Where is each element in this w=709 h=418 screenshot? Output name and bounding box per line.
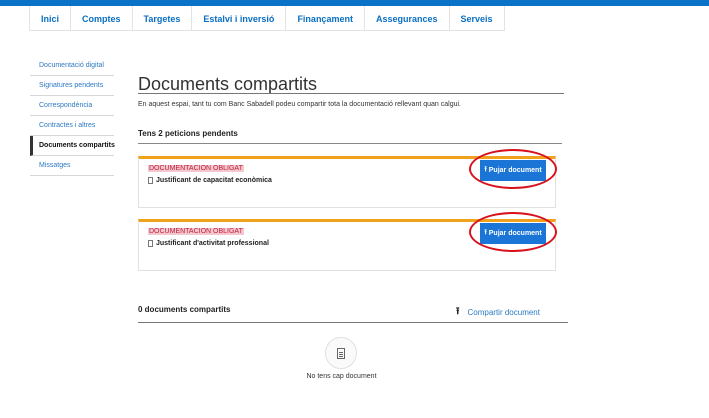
file-icon <box>148 240 153 247</box>
request-card: DOCUMENTACION OBLIGAT Justificant d'acti… <box>138 212 557 271</box>
file-icon <box>337 347 345 359</box>
sidebar-item-missatges[interactable]: Missatges <box>30 156 114 176</box>
upload-arrow-icon: ⭱ <box>484 229 487 236</box>
upload-document-button[interactable]: ⭱ Pujar document <box>480 160 546 181</box>
upload-button-label: Pujar document <box>488 167 542 174</box>
mandatory-tag: DOCUMENTACION OBLIGAT <box>148 165 244 172</box>
upload-document-button[interactable]: ⭱ Pujar document <box>480 223 546 244</box>
title-divider <box>138 93 564 94</box>
pending-requests-heading: Tens 2 peticions pendents <box>138 129 238 138</box>
empty-state-circle <box>325 337 357 369</box>
nav-item-financament[interactable]: Finançament <box>285 6 364 31</box>
nav-item-serveis[interactable]: Serveis <box>448 6 505 31</box>
upload-arrow-icon: ⭱ <box>456 306 460 317</box>
mandatory-tag: DOCUMENTACION OBLIGAT <box>148 228 244 235</box>
share-document-link[interactable]: ⭱ Compartir document <box>456 304 540 321</box>
nav-item-targetes[interactable]: Targetes <box>131 6 192 31</box>
nav-item-assegurances[interactable]: Assegurances <box>363 6 449 31</box>
empty-state-text: No tens cap document <box>306 373 377 380</box>
shared-divider <box>138 322 568 323</box>
requested-document-label: Justificant d'activitat professional <box>156 240 269 247</box>
intro-text: En aquest espai, tant tu com Banc Sabade… <box>138 101 461 108</box>
nav-item-inici[interactable]: Inici <box>29 6 70 31</box>
upload-button-label: Pujar document <box>488 230 542 237</box>
main-nav: Inici Comptes Targetes Estalvi i inversi… <box>29 6 505 31</box>
pending-divider <box>138 143 562 144</box>
share-document-label: Compartir document <box>467 308 540 317</box>
page-title: Documents compartits <box>138 74 318 94</box>
sidebar: Documentació digital Signatures pendents… <box>30 56 115 176</box>
requested-document: Justificant d'activitat professional <box>148 240 269 247</box>
sidebar-item-documentacio-digital[interactable]: Documentació digital <box>30 56 114 76</box>
request-card: DOCUMENTACION OBLIGAT Justificant de cap… <box>138 149 557 208</box>
nav-item-comptes[interactable]: Comptes <box>70 6 132 31</box>
sidebar-item-signatures-pendents[interactable]: Signatures pendents <box>30 76 114 96</box>
sidebar-item-contractes[interactable]: Contractes i altres <box>30 116 114 136</box>
shared-documents-heading: 0 documents compartits <box>138 305 231 314</box>
upload-arrow-icon: ⭱ <box>484 166 487 173</box>
nav-item-estalvi-inversio[interactable]: Estalvi i inversió <box>191 6 285 31</box>
requested-document-label: Justificant de capacitat econòmica <box>156 177 272 184</box>
file-icon <box>148 177 153 184</box>
sidebar-item-correspondencia[interactable]: Correspondència <box>30 96 114 116</box>
sidebar-item-documents-compartits[interactable]: Documents compartits <box>30 136 115 156</box>
requested-document: Justificant de capacitat econòmica <box>148 177 272 184</box>
